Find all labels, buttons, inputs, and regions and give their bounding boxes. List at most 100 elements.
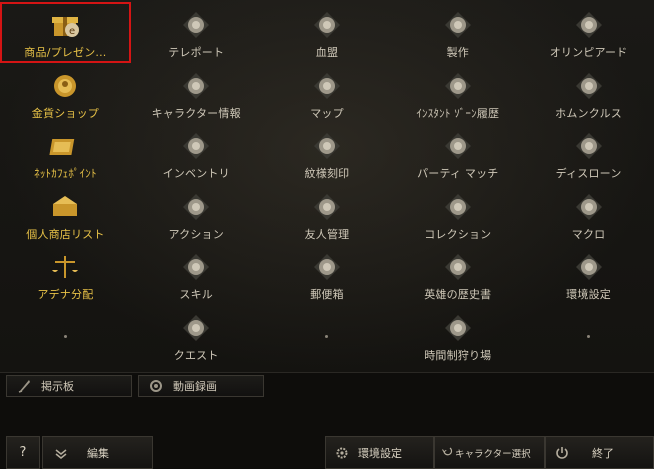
empty-slot-dot	[63, 334, 67, 338]
gear-icon	[334, 445, 350, 461]
inventory-bag-icon	[179, 129, 213, 163]
edit-button[interactable]: 編集	[42, 436, 153, 469]
crafting-hammers-icon	[441, 8, 475, 42]
edit-label: 編集	[87, 446, 109, 460]
menu-item-crafting-hammers[interactable]: 製作	[392, 2, 523, 63]
menu-grid: e 商品/プレゼン... テレポート 血盟 製作 オリンピアード金貨ショップ キャラクター情…	[0, 0, 654, 374]
power-icon	[554, 445, 570, 461]
empty-slot-dot	[325, 334, 329, 338]
menu-item-label: 郵便箱	[310, 288, 344, 301]
menu-item-quest[interactable]: クエスト	[131, 305, 262, 366]
help-button[interactable]: ?	[6, 436, 40, 469]
menu-item-character-info[interactable]: キャラクター情報	[131, 63, 262, 124]
video-camera-icon	[149, 378, 165, 394]
action-hand-icon	[179, 190, 213, 224]
clan-banner-icon	[310, 8, 344, 42]
menu-item-label: 友人管理	[304, 227, 350, 241]
exit-label: 終了	[592, 446, 614, 460]
homunculus-heart-icon	[572, 69, 606, 103]
menu-item-label: キャラクター情報	[151, 106, 241, 120]
svg-text:e: e	[69, 26, 75, 37]
menu-item-label: マップ	[310, 106, 344, 120]
friends-icon	[310, 190, 344, 224]
menu-item-mailbox[interactable]: 郵便箱	[262, 244, 393, 305]
menu-item-label: クエスト	[173, 348, 219, 362]
party-match-icon	[441, 129, 475, 163]
menu-item-instant-zone-swords[interactable]: ｲﾝｽﾀﾝﾄ ｿﾞｰﾝ履歴	[392, 63, 523, 124]
menu-item-clan-banner[interactable]: 血盟	[262, 2, 393, 63]
collection-icon	[441, 190, 475, 224]
menu-item-label: インベントリ	[162, 167, 230, 180]
settings-icon	[572, 250, 606, 284]
menu-item-label: ホムンクルス	[555, 106, 623, 120]
menu-item-label: ﾈｯﾄｶﾌｪﾎﾟｲﾝﾄ	[34, 167, 97, 180]
menu-item-label: 商品/プレゼン...	[24, 46, 107, 59]
mailbox-icon	[310, 250, 344, 284]
menu-item-action-hand[interactable]: アクション	[131, 184, 262, 245]
quest-icon	[179, 311, 213, 345]
menu-item-map[interactable]: マップ	[262, 63, 393, 124]
divider	[0, 372, 654, 373]
settings-button[interactable]: 環境設定	[325, 436, 434, 469]
menu-item-party-match[interactable]: パーティ マッチ	[392, 123, 523, 184]
menu-item-macro-gear[interactable]: マクロ	[523, 184, 654, 245]
menu-item-label: 個人商店リスト	[26, 227, 105, 241]
menu-item-teleport-swirl[interactable]: テレポート	[131, 2, 262, 63]
board-button[interactable]: 掲示板	[6, 375, 132, 397]
menu-item-label: コレクション	[424, 227, 492, 241]
menu-item-pattern-engrave[interactable]: 紋様刻印	[262, 123, 393, 184]
menu-item-hero-history[interactable]: 英雄の歴史書	[392, 244, 523, 305]
menu-item-netcafe-point[interactable]: ﾈｯﾄｶﾌｪﾎﾟｲﾝﾄ	[0, 123, 131, 184]
pattern-engrave-icon	[310, 129, 344, 163]
gift-box-icon: e	[48, 8, 82, 42]
board-label: 掲示板	[41, 380, 74, 393]
menu-item-label: 紋様刻印	[304, 167, 350, 180]
menu-item-adena-scale[interactable]: アデナ分配	[0, 244, 131, 305]
olympiad-emblem-icon	[572, 8, 606, 42]
character-info-icon	[179, 69, 213, 103]
macro-gear-icon	[572, 190, 606, 224]
character-select-button[interactable]: キャラクター選択	[434, 436, 545, 469]
skill-book-icon	[179, 250, 213, 284]
edit-chevron-icon	[53, 445, 69, 461]
menu-item-label: スキル	[179, 288, 213, 301]
menu-item-dethrone[interactable]: ディスローン	[523, 123, 654, 184]
menu-item-collection[interactable]: コレクション	[392, 184, 523, 245]
settings-label: 環境設定	[358, 446, 402, 460]
menu-item-olympiad-emblem[interactable]: オリンピアード	[523, 2, 654, 63]
menu-item-settings[interactable]: 環境設定	[523, 244, 654, 305]
menu-item-label: ディスローン	[555, 167, 622, 180]
help-label: ?	[19, 445, 27, 460]
menu-item-label: ｲﾝｽﾀﾝﾄ ｿﾞｰﾝ履歴	[416, 106, 500, 120]
video-record-button[interactable]: 動画録画	[138, 375, 264, 397]
menu-item-label: 製作	[446, 46, 469, 59]
menu-item-timed-hunting[interactable]: 時間制狩り場	[392, 305, 523, 366]
timed-hunting-icon	[441, 311, 475, 345]
menu-item-gift-box[interactable]: e 商品/プレゼン...	[0, 2, 131, 63]
teleport-swirl-icon	[179, 8, 213, 42]
menu-item-gold-coin-shop[interactable]: 金貨ショップ	[0, 63, 131, 124]
menu-item-private-store[interactable]: 個人商店リスト	[0, 184, 131, 245]
character-select-label: キャラクター選択	[455, 448, 531, 460]
adena-scale-icon	[48, 250, 82, 284]
menu-item-label: 時間制狩り場	[424, 348, 492, 362]
instant-zone-swords-icon	[441, 69, 475, 103]
empty-slot	[523, 305, 654, 366]
menu-item-skill-book[interactable]: スキル	[131, 244, 262, 305]
menu-item-label: 英雄の歴史書	[424, 288, 492, 301]
menu-item-friends[interactable]: 友人管理	[262, 184, 393, 245]
netcafe-point-icon	[48, 129, 82, 163]
menu-item-inventory-bag[interactable]: インベントリ	[131, 123, 262, 184]
empty-slot-dot	[587, 334, 591, 338]
dethrone-icon	[572, 129, 606, 163]
menu-item-label: 環境設定	[566, 288, 611, 301]
menu-item-label: オリンピアード	[549, 46, 628, 59]
gold-coin-shop-icon	[48, 69, 82, 103]
menu-item-label: アクション	[168, 227, 224, 241]
hero-history-icon	[441, 250, 475, 284]
menu-item-homunculus-heart[interactable]: ホムンクルス	[523, 63, 654, 124]
menu-item-label: テレポート	[168, 46, 225, 59]
video-record-label: 動画録画	[173, 380, 217, 393]
menu-item-label: マクロ	[571, 227, 606, 241]
exit-button[interactable]: 終了	[545, 436, 654, 469]
